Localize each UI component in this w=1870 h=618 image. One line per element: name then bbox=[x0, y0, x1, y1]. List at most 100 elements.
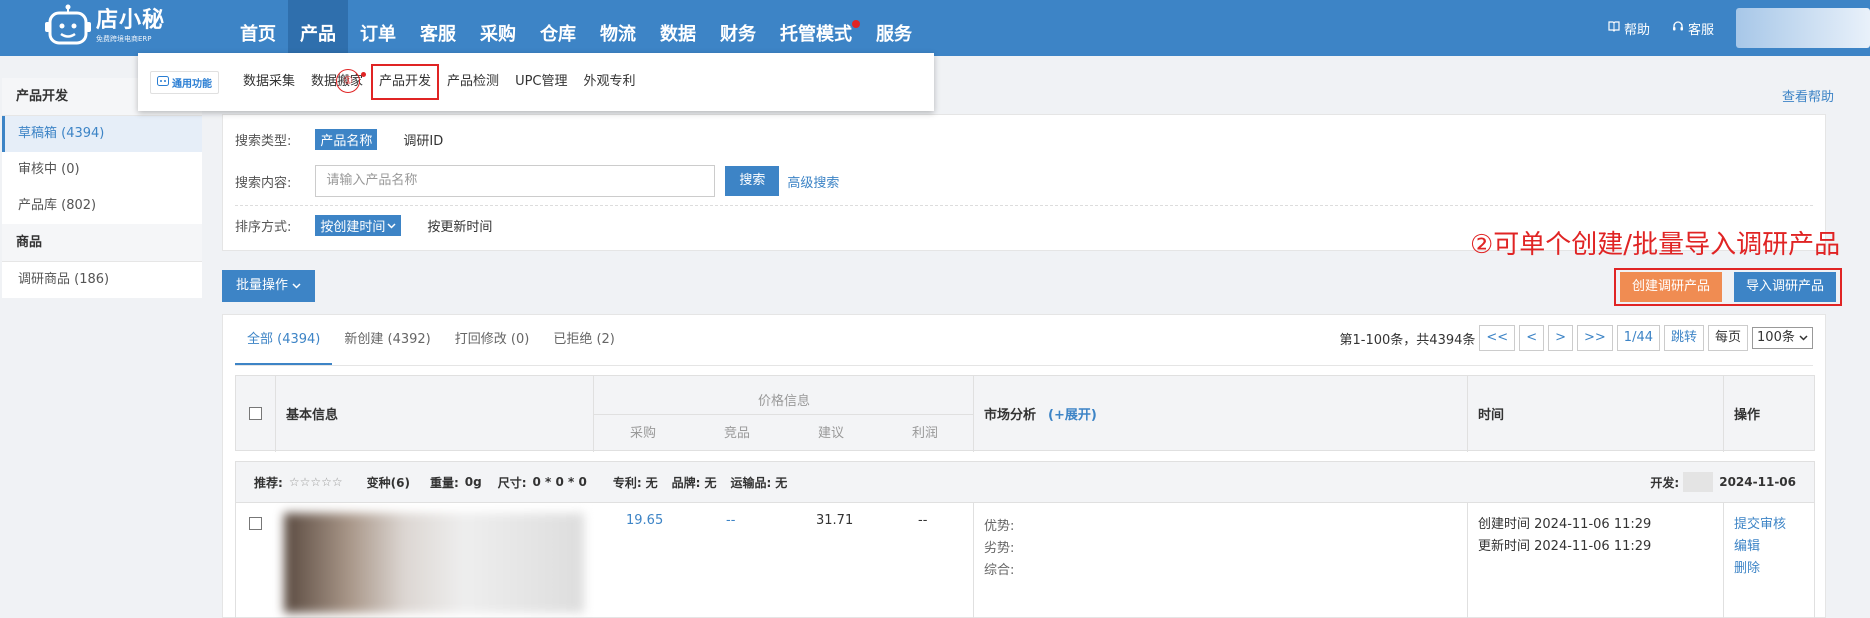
per-page-select[interactable]: 100条 bbox=[1752, 327, 1813, 349]
user-account-box[interactable] bbox=[1736, 8, 1870, 48]
nav-services[interactable]: 服务 bbox=[864, 0, 924, 56]
chevron-down-icon bbox=[387, 218, 396, 233]
sort-by-created[interactable]: 按创建时间 bbox=[315, 215, 402, 236]
menu-upc-management[interactable]: UPC管理 bbox=[507, 68, 575, 96]
nav-customer-service[interactable]: 客服 bbox=[408, 0, 468, 56]
new-feature-dot bbox=[361, 72, 366, 77]
market-overall: 综合: bbox=[984, 563, 1015, 578]
tab-returned[interactable]: 打回修改 (0) bbox=[443, 315, 542, 365]
chevron-down-icon bbox=[292, 278, 301, 293]
sidebar-item-reviewing[interactable]: 审核中 (0) bbox=[2, 152, 202, 188]
menu-data-collection[interactable]: 数据采集 bbox=[235, 68, 303, 96]
tab-new[interactable]: 新创建 (4392) bbox=[332, 315, 442, 365]
common-functions-label: 通用功能 bbox=[172, 78, 212, 90]
common-functions-icon bbox=[157, 75, 169, 89]
search-type-product-name[interactable]: 产品名称 bbox=[315, 129, 378, 150]
market-expand-link[interactable]: (+展开) bbox=[1048, 404, 1097, 423]
tab-all[interactable]: 全部 (4394) bbox=[235, 315, 333, 365]
service-link[interactable]: 客服 bbox=[1672, 19, 1714, 38]
menu-product-development[interactable]: 产品开发 bbox=[371, 64, 440, 100]
product-summary-row: 推荐: ☆☆☆☆☆ 变种(6) 重量: 0g 尺寸: 0 * 0 * 0 专利:… bbox=[235, 461, 1815, 503]
bulk-actions-button[interactable]: 批量操作 bbox=[222, 270, 316, 302]
pager-prev[interactable]: < bbox=[1519, 325, 1545, 351]
search-content-row: 搜索内容: 请输入产品名称 搜索 高级搜索 bbox=[235, 165, 839, 197]
market-strength: 优势: bbox=[984, 519, 1015, 534]
header-price-info-label: 价格信息 bbox=[758, 394, 811, 409]
create-research-product-button[interactable]: 创建调研产品 bbox=[1620, 272, 1723, 302]
advanced-search-link[interactable]: 高级搜索 bbox=[787, 172, 839, 191]
purchase-price[interactable]: 19.65 bbox=[626, 513, 663, 528]
menu-product-inspection[interactable]: 产品检测 bbox=[439, 68, 507, 96]
variants-count: 变种(6) bbox=[366, 475, 410, 490]
view-help-link[interactable]: 查看帮助 bbox=[1782, 86, 1834, 105]
tab-rejected[interactable]: 已拒绝 (2) bbox=[541, 315, 627, 365]
menu-design-patent[interactable]: 外观专利 bbox=[576, 68, 644, 96]
nav-orders[interactable]: 订单 bbox=[348, 0, 408, 56]
product-thumbnail[interactable] bbox=[284, 513, 584, 613]
market-weakness: 劣势: bbox=[984, 541, 1015, 556]
brand-logo[interactable]: 店小秘 免费跨境电商ERP bbox=[44, 4, 165, 48]
step-2-annotation: ②可单个创建/批量导入调研产品 bbox=[1470, 230, 1841, 260]
create-import-highlight: 创建调研产品 导入调研产品 bbox=[1614, 268, 1842, 306]
shipping-label: 运输品: bbox=[730, 475, 772, 490]
import-research-product-button[interactable]: 导入调研产品 bbox=[1734, 272, 1837, 302]
delete-link[interactable]: 删除 bbox=[1734, 557, 1760, 576]
header-suggested: 建议 bbox=[818, 426, 845, 441]
per-page-label: 每页 bbox=[1708, 325, 1749, 351]
sort-by-updated[interactable]: 按更新时间 bbox=[427, 216, 492, 235]
nav-home[interactable]: 首页 bbox=[228, 0, 288, 56]
brand-name: 店小秘 bbox=[96, 8, 166, 33]
developer-avatar bbox=[1683, 472, 1714, 492]
nav-hosting[interactable]: 托管模式 bbox=[768, 0, 864, 56]
column-divider bbox=[973, 503, 974, 618]
pager-current-page[interactable]: 1/44 bbox=[1616, 325, 1660, 351]
header-price-info: 价格信息 采购 竞品 建议 利润 bbox=[594, 376, 974, 452]
per-page-value: 100条 bbox=[1757, 330, 1795, 345]
sidebar-item-drafts[interactable]: 草稿箱 (4394) bbox=[2, 116, 202, 152]
nav-finance[interactable]: 财务 bbox=[708, 0, 768, 56]
patent-value: 无 bbox=[645, 475, 658, 490]
pager-jump[interactable]: 跳转 bbox=[1664, 325, 1705, 351]
notification-dot bbox=[852, 20, 860, 28]
pager-first[interactable]: << bbox=[1479, 325, 1516, 351]
search-content-label: 搜索内容: bbox=[235, 175, 292, 191]
weight-value: 0g bbox=[464, 475, 482, 489]
table-header: 基本信息 价格信息 采购 竞品 建议 利润 市场分析 (+展开) 时间 操作 bbox=[235, 375, 1815, 452]
brand-value: 无 bbox=[704, 475, 717, 490]
recommend-label: 推荐: bbox=[254, 475, 283, 490]
headset-icon bbox=[1672, 20, 1684, 36]
pager-next[interactable]: > bbox=[1548, 325, 1573, 351]
pagination: 第1-100条，共4394条 << < > >> 1/44 跳转 每页 100条 bbox=[1340, 325, 1813, 351]
sort-row: 排序方式: 按创建时间 按更新时间 bbox=[235, 215, 492, 236]
shipping-value: 无 bbox=[775, 475, 788, 490]
nav-purchase[interactable]: 采购 bbox=[468, 0, 528, 56]
sidebar-section-goods: 商品 bbox=[2, 224, 202, 262]
sidebar-item-research-goods[interactable]: 调研商品 (186) bbox=[2, 262, 202, 298]
nav-logistics[interactable]: 物流 bbox=[588, 0, 648, 56]
search-input[interactable]: 请输入产品名称 bbox=[315, 165, 716, 197]
product-row: 19.65 -- 31.71 -- 优势: 劣势: 综合: 创建时间 2024-… bbox=[235, 503, 1815, 618]
nav-data[interactable]: 数据 bbox=[648, 0, 708, 56]
edit-link[interactable]: 编辑 bbox=[1734, 535, 1760, 554]
header-market-label: 市场分析 bbox=[984, 408, 1037, 423]
rating-stars[interactable]: ☆☆☆☆☆ bbox=[289, 475, 343, 489]
profit-value: -- bbox=[918, 513, 928, 528]
nav-warehouse[interactable]: 仓库 bbox=[528, 0, 588, 56]
submit-review-link[interactable]: 提交审核 bbox=[1734, 513, 1786, 532]
search-button[interactable]: 搜索 bbox=[725, 166, 780, 196]
select-all-checkbox[interactable] bbox=[249, 407, 262, 420]
sort-label: 排序方式: bbox=[235, 220, 292, 235]
created-time: 创建时间 2024-11-06 11:29 bbox=[1478, 517, 1652, 532]
nav-hosting-label: 托管模式 bbox=[780, 24, 852, 45]
row-checkbox[interactable] bbox=[249, 517, 262, 530]
competitor-price[interactable]: -- bbox=[726, 513, 735, 528]
nav-product[interactable]: 产品 bbox=[288, 0, 348, 56]
brand-subtitle: 免费跨境电商ERP bbox=[96, 35, 152, 43]
header-basic-info-label: 基本信息 bbox=[286, 408, 339, 423]
pager-last[interactable]: >> bbox=[1577, 325, 1613, 351]
header-basic-info: 基本信息 bbox=[276, 376, 594, 452]
help-link[interactable]: 帮助 bbox=[1608, 19, 1650, 38]
search-type-research-id[interactable]: 调研ID bbox=[403, 130, 443, 149]
sidebar-item-product-library[interactable]: 产品库 (802) bbox=[2, 188, 202, 224]
header-checkbox-cell bbox=[236, 376, 276, 452]
